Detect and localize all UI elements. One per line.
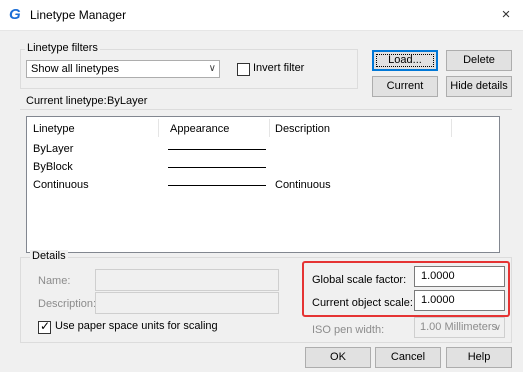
paper-space-label[interactable]: Use paper space units for scaling — [55, 320, 218, 332]
ok-button[interactable]: OK — [305, 347, 371, 368]
current-button[interactable]: Current — [372, 76, 438, 97]
current-linetype-value: ByLayer — [107, 95, 148, 107]
name-label: Name: — [38, 275, 71, 287]
object-scale-input[interactable]: 1.0000 — [414, 290, 505, 311]
iso-pen-width-value: 1.00 Millimeters — [420, 321, 498, 333]
linetype-appearance-sample — [168, 167, 266, 168]
description-field — [95, 292, 279, 314]
hide-details-button[interactable]: Hide details — [446, 76, 512, 97]
list-item-description: Continuous — [275, 179, 331, 191]
global-scale-label: Global scale factor: — [312, 274, 407, 286]
invert-filter-label[interactable]: Invert filter — [253, 62, 304, 74]
object-scale-label: Current object scale: — [312, 297, 413, 309]
iso-pen-width-label: ISO pen width: — [312, 324, 385, 336]
delete-button[interactable]: Delete — [446, 50, 512, 71]
cancel-button[interactable]: Cancel — [375, 347, 441, 368]
description-label: Description: — [38, 298, 97, 310]
linetype-appearance-sample — [168, 149, 266, 150]
linetype-appearance-sample — [168, 185, 266, 186]
close-icon[interactable]: × — [495, 4, 517, 26]
column-separator — [451, 119, 452, 137]
iso-pen-width-select: 1.00 Millimeters ∨ — [414, 317, 505, 338]
linetype-list[interactable]: Linetype Appearance Description ByLayer … — [26, 116, 500, 253]
list-item-name[interactable]: ByLayer — [33, 143, 73, 155]
paper-space-checkbox[interactable] — [38, 319, 51, 334]
global-scale-input[interactable]: 1.0000 — [414, 266, 505, 287]
column-separator — [158, 119, 159, 137]
dropdown-arrow-icon: ∨ — [494, 322, 501, 332]
linetype-filters-label: Linetype filters — [25, 42, 100, 54]
load-button[interactable]: Load... — [372, 50, 438, 71]
focus-rect — [376, 54, 434, 67]
current-linetype-label: Current linetype: — [26, 95, 107, 107]
divider — [20, 109, 512, 110]
column-header-linetype[interactable]: Linetype — [33, 123, 75, 135]
invert-filter-checkbox[interactable] — [237, 63, 250, 76]
column-separator — [269, 119, 270, 137]
linetype-filter-value: Show all linetypes — [31, 63, 120, 75]
list-item-name[interactable]: ByBlock — [33, 161, 73, 173]
column-header-description[interactable]: Description — [275, 123, 330, 135]
linetype-filter-combobox[interactable]: Show all linetypes ∨ — [26, 60, 220, 78]
column-header-appearance[interactable]: Appearance — [170, 123, 229, 135]
app-logo-icon: G — [9, 6, 21, 23]
list-item-name[interactable]: Continuous — [33, 179, 89, 191]
window-title: Linetype Manager — [30, 8, 127, 22]
details-label: Details — [30, 250, 68, 262]
help-button[interactable]: Help — [446, 347, 512, 368]
dropdown-arrow-icon: ∨ — [208, 63, 216, 74]
name-field — [95, 269, 279, 291]
